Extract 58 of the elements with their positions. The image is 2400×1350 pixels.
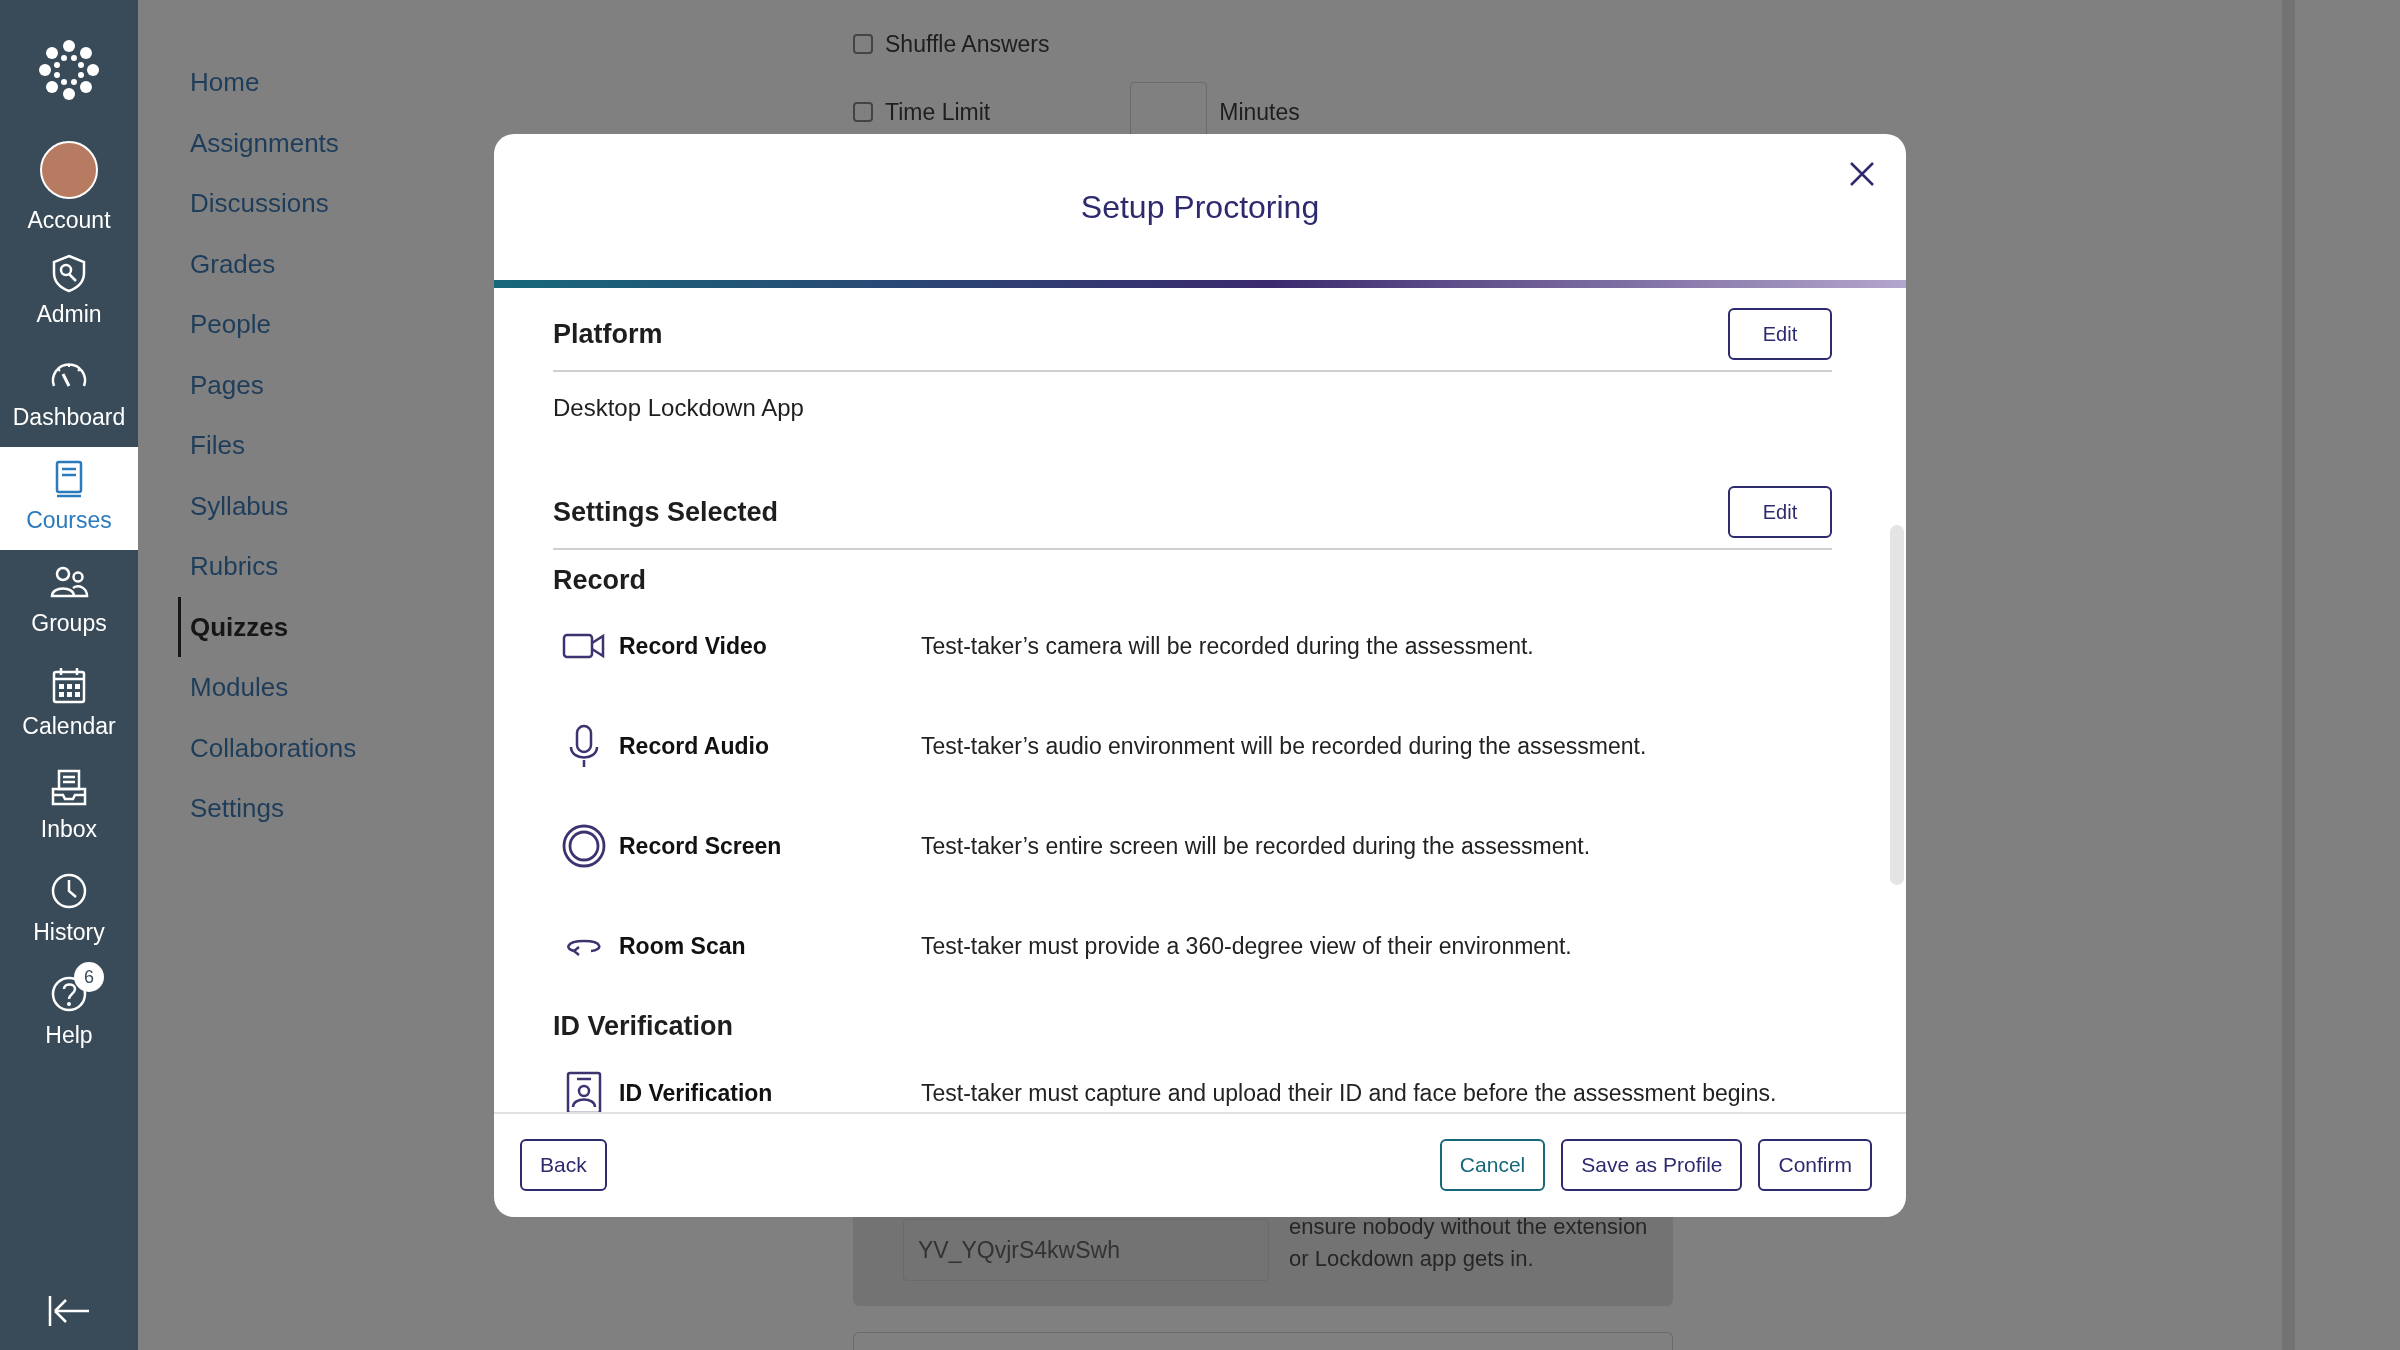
notification-badge: 6 — [74, 962, 104, 992]
checkbox[interactable] — [853, 34, 873, 54]
help-text: ensure nobody without the extension — [1289, 1213, 1648, 1241]
global-nav-item[interactable]: Inbox — [0, 756, 138, 859]
avatar — [40, 141, 98, 200]
setting-description: Test-taker’s entire screen will be recorded during the assessment. — [921, 832, 1591, 862]
edit-button[interactable]: Edit — [1728, 308, 1832, 360]
global-nav-item[interactable]: Account — [0, 138, 138, 241]
setting-description: Test-taker’s audio environment will be recorded during the assessment. — [921, 732, 1647, 762]
course-nav-link[interactable]: Pages — [178, 354, 264, 415]
global-nav-item[interactable]: Admin — [0, 241, 138, 344]
global-nav-item[interactable]: History — [0, 859, 138, 962]
setting-label: ID Verification — [619, 1078, 774, 1108]
course-nav-link[interactable]: Discussions — [178, 173, 329, 234]
checkbox-label: Time Limit — [885, 97, 991, 127]
unit-label: Minutes — [1219, 97, 1300, 127]
scrollbar-thumb[interactable] — [1890, 525, 1904, 885]
platform-value: Desktop Lockdown App — [553, 393, 805, 423]
setting-description: Test-taker must capture and upload their ID and face before the assessment begins. — [921, 1078, 1777, 1108]
setting-label: Record Screen — [619, 832, 783, 862]
course-nav-link[interactable]: Home — [178, 52, 260, 113]
footer-button[interactable]: Confirm — [1758, 1139, 1872, 1191]
help-text: or Lockdown app gets in. — [1289, 1245, 1535, 1273]
footer-button[interactable]: Save as Profile — [1561, 1139, 1743, 1191]
ring-icon — [561, 823, 607, 870]
footer-button[interactable]: Cancel — [1439, 1139, 1546, 1191]
group-heading: Record — [553, 564, 648, 597]
setting-description: Test-taker’s camera will be recorded during the assessment. — [921, 632, 1534, 662]
modal-title: Setup Proctoring — [1080, 187, 1320, 227]
global-nav-item[interactable]: Courses — [0, 447, 138, 550]
course-nav-link[interactable]: Grades — [178, 233, 276, 294]
checkbox-label: Shuffle Answers — [885, 29, 1050, 59]
section-heading: Platform — [553, 317, 663, 351]
checkbox[interactable] — [853, 102, 873, 122]
course-nav-link[interactable]: Modules — [178, 657, 289, 718]
course-nav-link[interactable]: Assignments — [178, 112, 339, 173]
setting-label: Record Audio — [619, 732, 770, 762]
global-nav-item[interactable]: Groups — [0, 550, 138, 653]
access-code-field[interactable]: YV_YQvjrS4kwSwh — [903, 1219, 1269, 1281]
course-nav-link[interactable]: People — [178, 294, 271, 355]
setting-description: Test-taker must provide a 360-degree view of their environment. — [921, 932, 1572, 962]
global-nav-item[interactable]: Dashboard — [0, 344, 138, 447]
course-nav-link[interactable]: Rubrics — [178, 536, 279, 597]
course-nav-link[interactable]: Collaborations — [178, 717, 357, 778]
global-nav-item[interactable]: Calendar — [0, 653, 138, 756]
close-button[interactable] — [1848, 160, 1876, 188]
course-nav-link[interactable]: Quizzes — [178, 596, 289, 657]
edit-button[interactable]: Edit — [1728, 486, 1832, 538]
section-heading: Settings Selected — [553, 495, 779, 529]
course-nav-link[interactable]: Files — [178, 415, 245, 476]
group-heading: ID Verification — [553, 1010, 735, 1043]
setting-label: Room Scan — [619, 932, 747, 962]
global-nav-item[interactable]: Help 6 — [0, 962, 138, 1065]
course-nav-link[interactable]: Syllabus — [178, 475, 289, 536]
course-nav-link[interactable]: Settings — [178, 778, 284, 839]
setting-label: Record Video — [619, 632, 768, 662]
back-button[interactable]: Back — [520, 1139, 607, 1191]
collapse-arrow-icon — [47, 1294, 91, 1328]
